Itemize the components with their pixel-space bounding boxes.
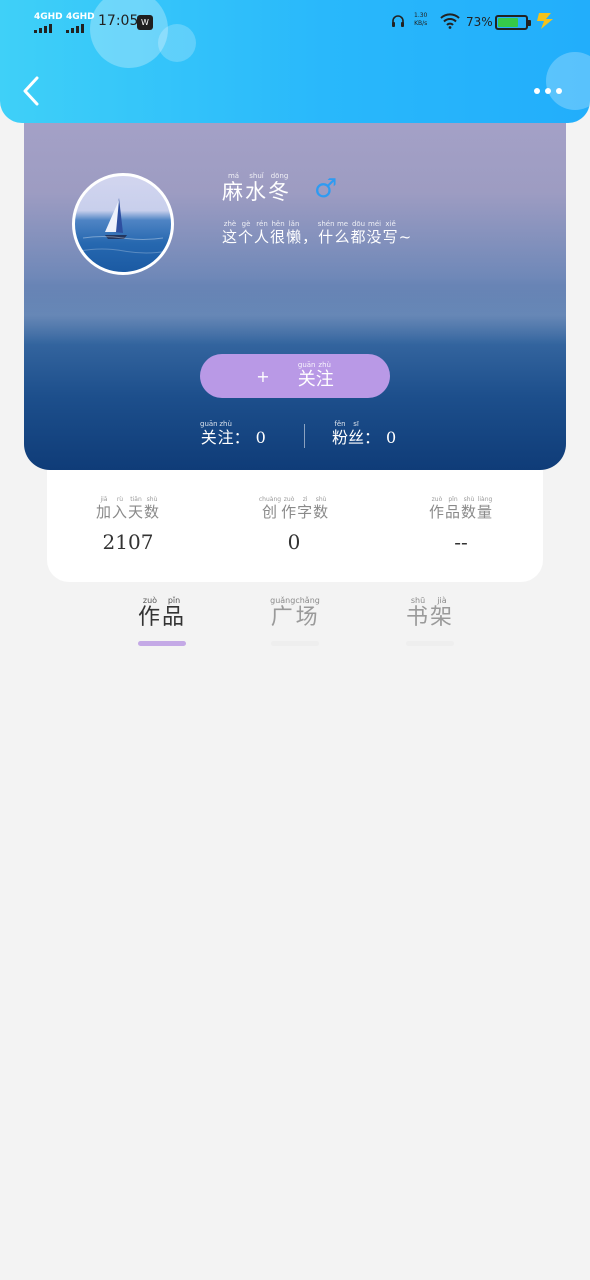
chevron-left-icon [23,76,39,106]
tab-indicator [406,641,454,646]
user-bio: 这zhè个gè人rén很hěn懒lǎn，什shén么me都dōu没méi写xiě… [222,220,413,246]
male-gender-icon: ♂ [314,174,338,204]
tab-indicator [271,641,319,646]
follow-button[interactable]: + 关guān注zhù [200,354,390,398]
content-tabs: 作zuò品pǐn 广guǎng场chǎng 书shū架jià [0,596,590,656]
signal-icon: 4GHD [34,13,63,33]
tab-bookshelf[interactable]: 书shū架jià [380,596,480,646]
avatar[interactable] [72,173,174,275]
fans-label: 粉fěn丝sī [332,420,365,447]
wifi-icon [440,13,460,33]
charging-icon [535,12,557,35]
more-dots-icon [534,88,540,94]
status-bar: 4GHD 4GHD 17:05 W 1.30 KB/s 73% [0,8,590,36]
sailboat-photo [79,198,169,254]
tab-indicator [138,641,186,646]
more-button[interactable] [530,82,566,100]
info-value: 2107 [102,530,154,554]
back-button[interactable] [18,74,48,108]
follow-stats: 关guān注zhù： 0 粉fěn丝sī： 0 [200,420,420,452]
info-label: 创chuàng作zuò字zì数shù [258,496,330,521]
tab-label: 作zuò品pǐn [137,596,187,630]
info-value: -- [454,530,468,554]
headphones-icon [391,14,405,32]
info-label: 加jiā入rù天tiān数shù [95,496,161,521]
battery-icon [495,15,531,30]
info-label: 作zuò品pǐn数shù量liàng [428,496,494,521]
status-time: 17:05 [98,13,139,29]
following-count[interactable]: 关guān注zhù： 0 [200,420,266,448]
user-name: 麻má水shuǐ冬dōng [222,172,291,204]
profile-card: 麻má水shuǐ冬dōng ♂ 这zhè个gè人rén很hěn懒lǎn，什shé… [24,100,566,470]
plus-icon: + [256,366,270,386]
tab-works[interactable]: 作zuò品pǐn [112,596,212,646]
tab-label: 广guǎng场chǎng [270,596,320,630]
info-word-count: 创chuàng作zuò字zì数shù 0 [229,496,359,554]
following-label: 关guān注zhù [200,420,234,447]
decorative-bubble [546,52,590,110]
top-bar: 4GHD 4GHD 17:05 W 1.30 KB/s 73% [0,0,590,123]
info-value: 0 [287,530,301,554]
stats-divider [304,424,305,448]
tab-label: 书shū架jià [405,596,455,630]
app-notification-icon: W [137,15,153,30]
network-speed: 1.30 KB/s [414,12,428,27]
info-join-days: 加jiā入rù天tiān数shù 2107 [63,496,193,554]
tab-square[interactable]: 广guǎng场chǎng [245,596,345,646]
signal-icon: 4GHD [66,13,95,33]
fans-count[interactable]: 粉fěn丝sī： 0 [332,420,396,448]
battery-percent: 73% [466,15,493,29]
profile-info-card: 加jiā入rù天tiān数shù 2107 创chuàng作zuò字zì数shù… [47,462,543,582]
info-work-count: 作zuò品pǐn数shù量liàng -- [396,496,526,554]
follow-button-label: 关guān注zhù [297,361,334,390]
